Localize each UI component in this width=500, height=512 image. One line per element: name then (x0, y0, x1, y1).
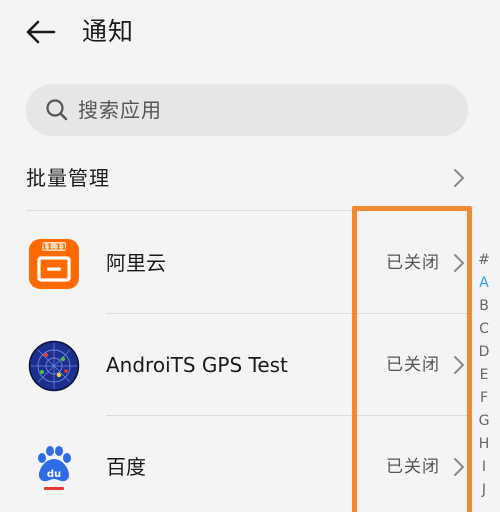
app-row-baidu[interactable]: du 百度 已关闭 (0, 416, 470, 512)
chevron-right-icon (454, 169, 464, 187)
arrow-left-icon (26, 20, 56, 44)
index-letter-h[interactable]: H (474, 433, 494, 456)
index-letter-j[interactable]: J (474, 479, 494, 502)
status-badge: 已关闭 (386, 457, 440, 477)
index-letter-i[interactable]: I (474, 456, 494, 479)
search-input[interactable]: 搜索应用 (26, 84, 468, 136)
search-placeholder: 搜索应用 (78, 98, 162, 122)
svg-text:du: du (47, 469, 61, 480)
svg-text:11.11: 11.11 (41, 243, 67, 252)
divider (26, 210, 470, 211)
index-letter-e[interactable]: E (474, 364, 494, 387)
back-button[interactable] (22, 14, 62, 50)
status-badge: 已关闭 (386, 253, 440, 273)
search-icon (46, 99, 68, 121)
chevron-right-icon (454, 254, 464, 272)
app-row-aliyun[interactable]: 11.11 阿里云 已关闭 (0, 212, 470, 314)
app-name: 阿里云 (106, 251, 166, 275)
app-name: 百度 (106, 455, 146, 479)
index-letter-a[interactable]: A (474, 272, 494, 295)
index-letter-d[interactable]: D (474, 341, 494, 364)
chevron-right-icon (454, 356, 464, 374)
alphabet-index-bar[interactable]: # A B C D E F G H I J (474, 249, 494, 502)
baidu-paw-app-icon: du (29, 443, 79, 493)
page-title: 通知 (82, 17, 135, 46)
index-letter-g[interactable]: G (474, 410, 494, 433)
index-letter-c[interactable]: C (474, 318, 494, 341)
aliyun-app-icon: 11.11 (29, 239, 79, 289)
app-name: AndroiTS GPS Test (106, 353, 288, 377)
status-badge: 已关闭 (386, 355, 440, 375)
batch-manage-label: 批量管理 (26, 166, 110, 190)
chevron-right-icon (454, 458, 464, 476)
app-row-gps-test[interactable]: AndroiTS GPS Test 已关闭 (0, 314, 470, 416)
index-letter-b[interactable]: B (474, 295, 494, 318)
index-letter-f[interactable]: F (474, 387, 494, 410)
batch-manage-row[interactable]: 批量管理 (0, 150, 500, 208)
index-letter-hash[interactable]: # (474, 249, 494, 272)
header: 通知 (0, 0, 500, 70)
gps-radar-app-icon (28, 340, 80, 392)
